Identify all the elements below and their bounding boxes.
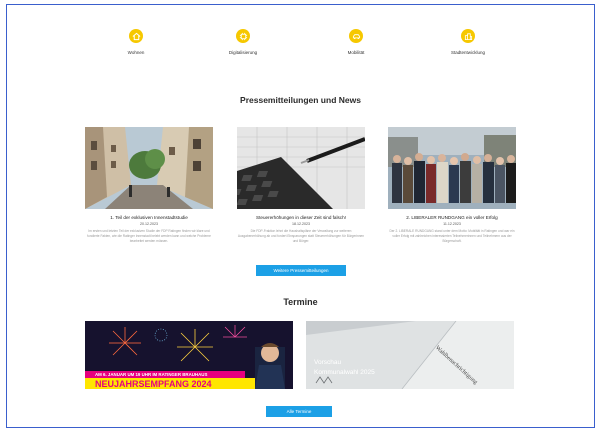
press-card-title[interactable]: 2. LIBERALER RUNDGANG ein voller Erfolg bbox=[388, 215, 516, 220]
car-icon bbox=[349, 29, 363, 43]
more-press-button[interactable]: Weitere Pressemitteilungen bbox=[256, 265, 346, 276]
press-card-title[interactable]: Steuererhöhungen in dieser Zeit sind fal… bbox=[237, 215, 365, 220]
event-title-line1: Vorschau bbox=[314, 359, 342, 366]
press-card[interactable]: 2. LIBERALER RUNDGANG ein voller Erfolg … bbox=[388, 127, 516, 244]
press-card-excerpt: Im ersten und letzten Teil der exklusive… bbox=[87, 229, 211, 243]
press-card-title[interactable]: 1. Teil der exklusiven Innenstadtstudie bbox=[85, 215, 213, 220]
chip-icon bbox=[236, 29, 250, 43]
topic-mobilitaet[interactable]: Mobilität bbox=[311, 29, 401, 55]
topic-wohnen[interactable]: Wohnen bbox=[91, 29, 181, 55]
press-card-date: 11.12.2023 bbox=[443, 222, 461, 226]
press-card[interactable]: Steuererhöhungen in dieser Zeit sind fal… bbox=[237, 127, 365, 244]
event-banner-title: NEUJAHRSEMPFANG 2024 bbox=[95, 379, 212, 389]
press-card[interactable]: 1. Teil der exklusiven Innenstadtstudie … bbox=[85, 127, 213, 244]
page-frame: Wohnen Digitalisierung Mobilität Stadten… bbox=[6, 4, 595, 428]
topic-digitalisierung[interactable]: Digitalisierung bbox=[198, 29, 288, 55]
city-icon bbox=[461, 29, 475, 43]
topic-label: Digitalisierung bbox=[228, 50, 258, 55]
street-photo[interactable] bbox=[85, 127, 213, 209]
press-card-excerpt: Der 2. LIBERALE RUNDGANG stand unter dem… bbox=[389, 229, 515, 243]
topic-label: Mobilität bbox=[347, 50, 365, 55]
topic-label: Wohnen bbox=[127, 50, 145, 55]
press-card-date: 20.12.2023 bbox=[140, 222, 158, 226]
group-photo[interactable] bbox=[388, 127, 516, 209]
house-icon bbox=[129, 29, 143, 43]
event-card-kommunalwahl[interactable]: Wahlbenachrichtigung Vorschau Kommunalwa… bbox=[306, 321, 514, 389]
event-banner-line: AM 6. JANUAR UM 19 UHR IM RATINGER BRAUH… bbox=[95, 372, 208, 377]
event-card-neujahrsempfang[interactable]: AM 6. JANUAR UM 19 UHR IM RATINGER BRAUH… bbox=[85, 321, 293, 389]
press-card-excerpt: Die FDP-Fraktion lehnt die Haushaltsplän… bbox=[237, 229, 365, 243]
ballot-paper-photo bbox=[306, 321, 514, 389]
calculator-photo[interactable] bbox=[237, 127, 365, 209]
event-title-line2: Kommunalwahl 2025 bbox=[314, 369, 375, 376]
topic-stadtentwicklung[interactable]: Stadtentwicklung bbox=[423, 29, 513, 55]
all-events-button[interactable]: Alle Termine bbox=[266, 406, 332, 417]
topic-label: Stadtentwicklung bbox=[450, 50, 486, 55]
events-heading: Termine bbox=[283, 297, 318, 307]
news-heading: Pressemitteilungen und News bbox=[240, 95, 361, 105]
press-card-date: 18.12.2023 bbox=[292, 222, 310, 226]
